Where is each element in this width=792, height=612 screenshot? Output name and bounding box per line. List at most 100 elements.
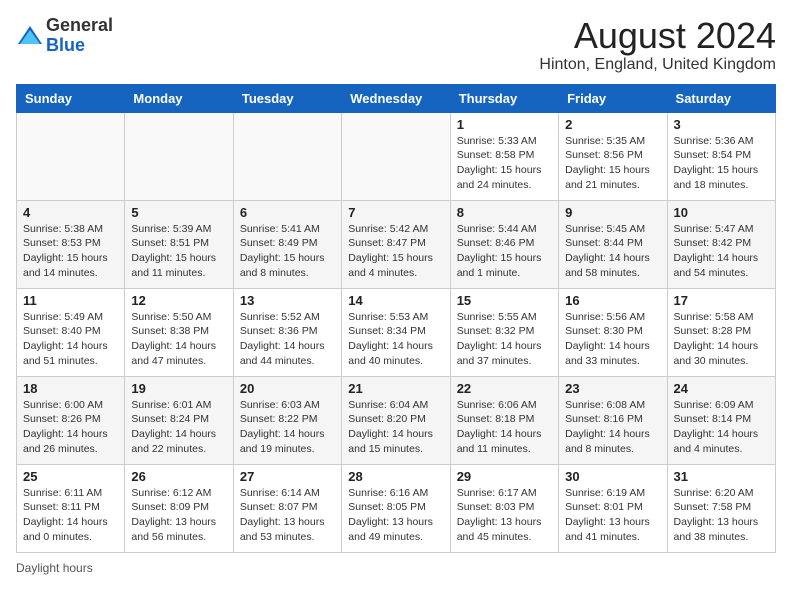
day-info: Sunrise: 5:39 AMSunset: 8:51 PMDaylight:… <box>131 222 226 281</box>
day-info: Sunrise: 5:55 AMSunset: 8:32 PMDaylight:… <box>457 310 552 369</box>
calendar-cell: 8Sunrise: 5:44 AMSunset: 8:46 PMDaylight… <box>450 200 558 288</box>
day-info: Sunrise: 5:50 AMSunset: 8:38 PMDaylight:… <box>131 310 226 369</box>
calendar-cell: 18 Sunrise: 6:00 AMSunset: 8:26 PMDayligh… <box>17 376 125 464</box>
day-number: 15 <box>457 293 552 308</box>
calendar-cell: 13Sunrise: 5:52 AMSunset: 8:36 PMDayligh… <box>233 288 341 376</box>
day-info: Sunrise: 5:58 AMSunset: 8:28 PMDaylight:… <box>674 310 769 369</box>
day-number: 24 <box>674 381 769 396</box>
calendar-cell: 2Sunrise: 5:35 AMSunset: 8:56 PMDaylight… <box>559 112 667 200</box>
day-number: 23 <box>565 381 660 396</box>
calendar-cell: 30 Sunrise: 6:19 AMSunset: 8:01 PMDayligh… <box>559 464 667 552</box>
calendar-cell: 6 Sunrise: 5:41 AMSunset: 8:49 PMDaylight… <box>233 200 341 288</box>
day-number: 17 <box>674 293 769 308</box>
day-number: 18 <box>23 381 118 396</box>
day-number: 22 <box>457 381 552 396</box>
day-number: 29 <box>457 469 552 484</box>
day-info: Sunrise: 5:38 AMSunset: 8:53 PMDaylight:… <box>23 222 118 281</box>
day-info: Sunrise: 5:49 AMSunset: 8:40 PMDaylight:… <box>23 310 118 369</box>
day-info: Sunrise: 6:04 AMSunset: 8:20 PMDaylight:… <box>348 398 443 457</box>
title-area: August 2024 Hinton, England, United King… <box>539 16 776 74</box>
calendar-week-row: 1Sunrise: 5:33 AMSunset: 8:58 PMDaylight… <box>17 112 776 200</box>
day-number: 31 <box>674 469 769 484</box>
day-number: 16 <box>565 293 660 308</box>
calendar-week-row: 18 Sunrise: 6:00 AMSunset: 8:26 PMDayligh… <box>17 376 776 464</box>
calendar-cell: 19 Sunrise: 6:01 AMSunset: 8:24 PMDayligh… <box>125 376 233 464</box>
calendar-cell: 27 Sunrise: 6:14 AMSunset: 8:07 PMDayligh… <box>233 464 341 552</box>
calendar-table: SundayMondayTuesdayWednesdayThursdayFrid… <box>16 84 776 553</box>
calendar-cell: 31 Sunrise: 6:20 AMSunset: 7:58 PMDayligh… <box>667 464 775 552</box>
header-thursday: Thursday <box>450 84 558 112</box>
calendar-cell <box>125 112 233 200</box>
day-info: Sunrise: 5:47 AMSunset: 8:42 PMDaylight:… <box>674 222 769 281</box>
day-number: 7 <box>348 205 443 220</box>
day-number: 28 <box>348 469 443 484</box>
calendar-cell: 25Sunrise: 6:11 AMSunset: 8:11 PMDayligh… <box>17 464 125 552</box>
calendar-cell: 1Sunrise: 5:33 AMSunset: 8:58 PMDaylight… <box>450 112 558 200</box>
day-info: Sunrise: 5:35 AMSunset: 8:56 PMDaylight:… <box>565 134 660 193</box>
calendar-cell: 16Sunrise: 5:56 AMSunset: 8:30 PMDayligh… <box>559 288 667 376</box>
day-info: Sunrise: 5:52 AMSunset: 8:36 PMDaylight:… <box>240 310 335 369</box>
day-info: Sunrise: 6:16 AMSunset: 8:05 PMDaylight:… <box>348 486 443 545</box>
day-info: Sunrise: 6:14 AMSunset: 8:07 PMDaylight:… <box>240 486 335 545</box>
calendar-cell: 15 Sunrise: 5:55 AMSunset: 8:32 PMDayligh… <box>450 288 558 376</box>
day-number: 14 <box>348 293 443 308</box>
subtitle: Hinton, England, United Kingdom <box>539 56 776 74</box>
calendar-cell: 14Sunrise: 5:53 AMSunset: 8:34 PMDayligh… <box>342 288 450 376</box>
day-info: Sunrise: 6:17 AMSunset: 8:03 PMDaylight:… <box>457 486 552 545</box>
day-number: 25 <box>23 469 118 484</box>
calendar-cell: 10 Sunrise: 5:47 AMSunset: 8:42 PMDayligh… <box>667 200 775 288</box>
day-number: 6 <box>240 205 335 220</box>
main-title: August 2024 <box>539 16 776 56</box>
header-monday: Monday <box>125 84 233 112</box>
header-sunday: Sunday <box>17 84 125 112</box>
calendar-cell: 17 Sunrise: 5:58 AMSunset: 8:28 PMDayligh… <box>667 288 775 376</box>
calendar-cell: 11 Sunrise: 5:49 AMSunset: 8:40 PMDayligh… <box>17 288 125 376</box>
day-info: Sunrise: 6:08 AMSunset: 8:16 PMDaylight:… <box>565 398 660 457</box>
day-number: 30 <box>565 469 660 484</box>
calendar-cell <box>233 112 341 200</box>
day-info: Sunrise: 6:19 AMSunset: 8:01 PMDaylight:… <box>565 486 660 545</box>
calendar-week-row: 4 Sunrise: 5:38 AMSunset: 8:53 PMDaylight… <box>17 200 776 288</box>
day-info: Sunrise: 6:03 AMSunset: 8:22 PMDaylight:… <box>240 398 335 457</box>
calendar-cell: 21Sunrise: 6:04 AMSunset: 8:20 PMDayligh… <box>342 376 450 464</box>
day-number: 10 <box>674 205 769 220</box>
calendar-cell: 26Sunrise: 6:12 AMSunset: 8:09 PMDayligh… <box>125 464 233 552</box>
day-number: 19 <box>131 381 226 396</box>
calendar-cell: 20 Sunrise: 6:03 AMSunset: 8:22 PMDayligh… <box>233 376 341 464</box>
day-info: Sunrise: 5:41 AMSunset: 8:49 PMDaylight:… <box>240 222 335 281</box>
daylight-label: Daylight hours <box>16 561 93 575</box>
calendar-cell: 28 Sunrise: 6:16 AMSunset: 8:05 PMDayligh… <box>342 464 450 552</box>
calendar-cell: 29 Sunrise: 6:17 AMSunset: 8:03 PMDayligh… <box>450 464 558 552</box>
footer: Daylight hours <box>16 561 776 575</box>
day-info: Sunrise: 6:00 AMSunset: 8:26 PMDaylight:… <box>23 398 118 457</box>
day-number: 26 <box>131 469 226 484</box>
day-info: Sunrise: 6:09 AMSunset: 8:14 PMDaylight:… <box>674 398 769 457</box>
header: General Blue August 2024 Hinton, England… <box>16 16 776 74</box>
day-number: 3 <box>674 117 769 132</box>
calendar-cell: 7Sunrise: 5:42 AMSunset: 8:47 PMDaylight… <box>342 200 450 288</box>
calendar-week-row: 11 Sunrise: 5:49 AMSunset: 8:40 PMDayligh… <box>17 288 776 376</box>
header-saturday: Saturday <box>667 84 775 112</box>
logo: General Blue <box>16 16 113 56</box>
day-info: Sunrise: 5:36 AMSunset: 8:54 PMDaylight:… <box>674 134 769 193</box>
day-info: Sunrise: 5:44 AMSunset: 8:46 PMDaylight:… <box>457 222 552 281</box>
day-number: 5 <box>131 205 226 220</box>
day-info: Sunrise: 6:01 AMSunset: 8:24 PMDaylight:… <box>131 398 226 457</box>
day-number: 9 <box>565 205 660 220</box>
calendar-cell: 3 Sunrise: 5:36 AMSunset: 8:54 PMDaylight… <box>667 112 775 200</box>
calendar-cell: 12 Sunrise: 5:50 AMSunset: 8:38 PMDayligh… <box>125 288 233 376</box>
day-number: 12 <box>131 293 226 308</box>
day-number: 4 <box>23 205 118 220</box>
header-tuesday: Tuesday <box>233 84 341 112</box>
day-number: 11 <box>23 293 118 308</box>
calendar-cell <box>342 112 450 200</box>
calendar-cell: 24 Sunrise: 6:09 AMSunset: 8:14 PMDayligh… <box>667 376 775 464</box>
day-number: 27 <box>240 469 335 484</box>
logo-icon <box>16 22 44 50</box>
header-wednesday: Wednesday <box>342 84 450 112</box>
day-info: Sunrise: 6:20 AMSunset: 7:58 PMDaylight:… <box>674 486 769 545</box>
calendar-cell: 5 Sunrise: 5:39 AMSunset: 8:51 PMDaylight… <box>125 200 233 288</box>
calendar-cell: 22Sunrise: 6:06 AMSunset: 8:18 PMDayligh… <box>450 376 558 464</box>
day-number: 20 <box>240 381 335 396</box>
day-info: Sunrise: 5:45 AMSunset: 8:44 PMDaylight:… <box>565 222 660 281</box>
